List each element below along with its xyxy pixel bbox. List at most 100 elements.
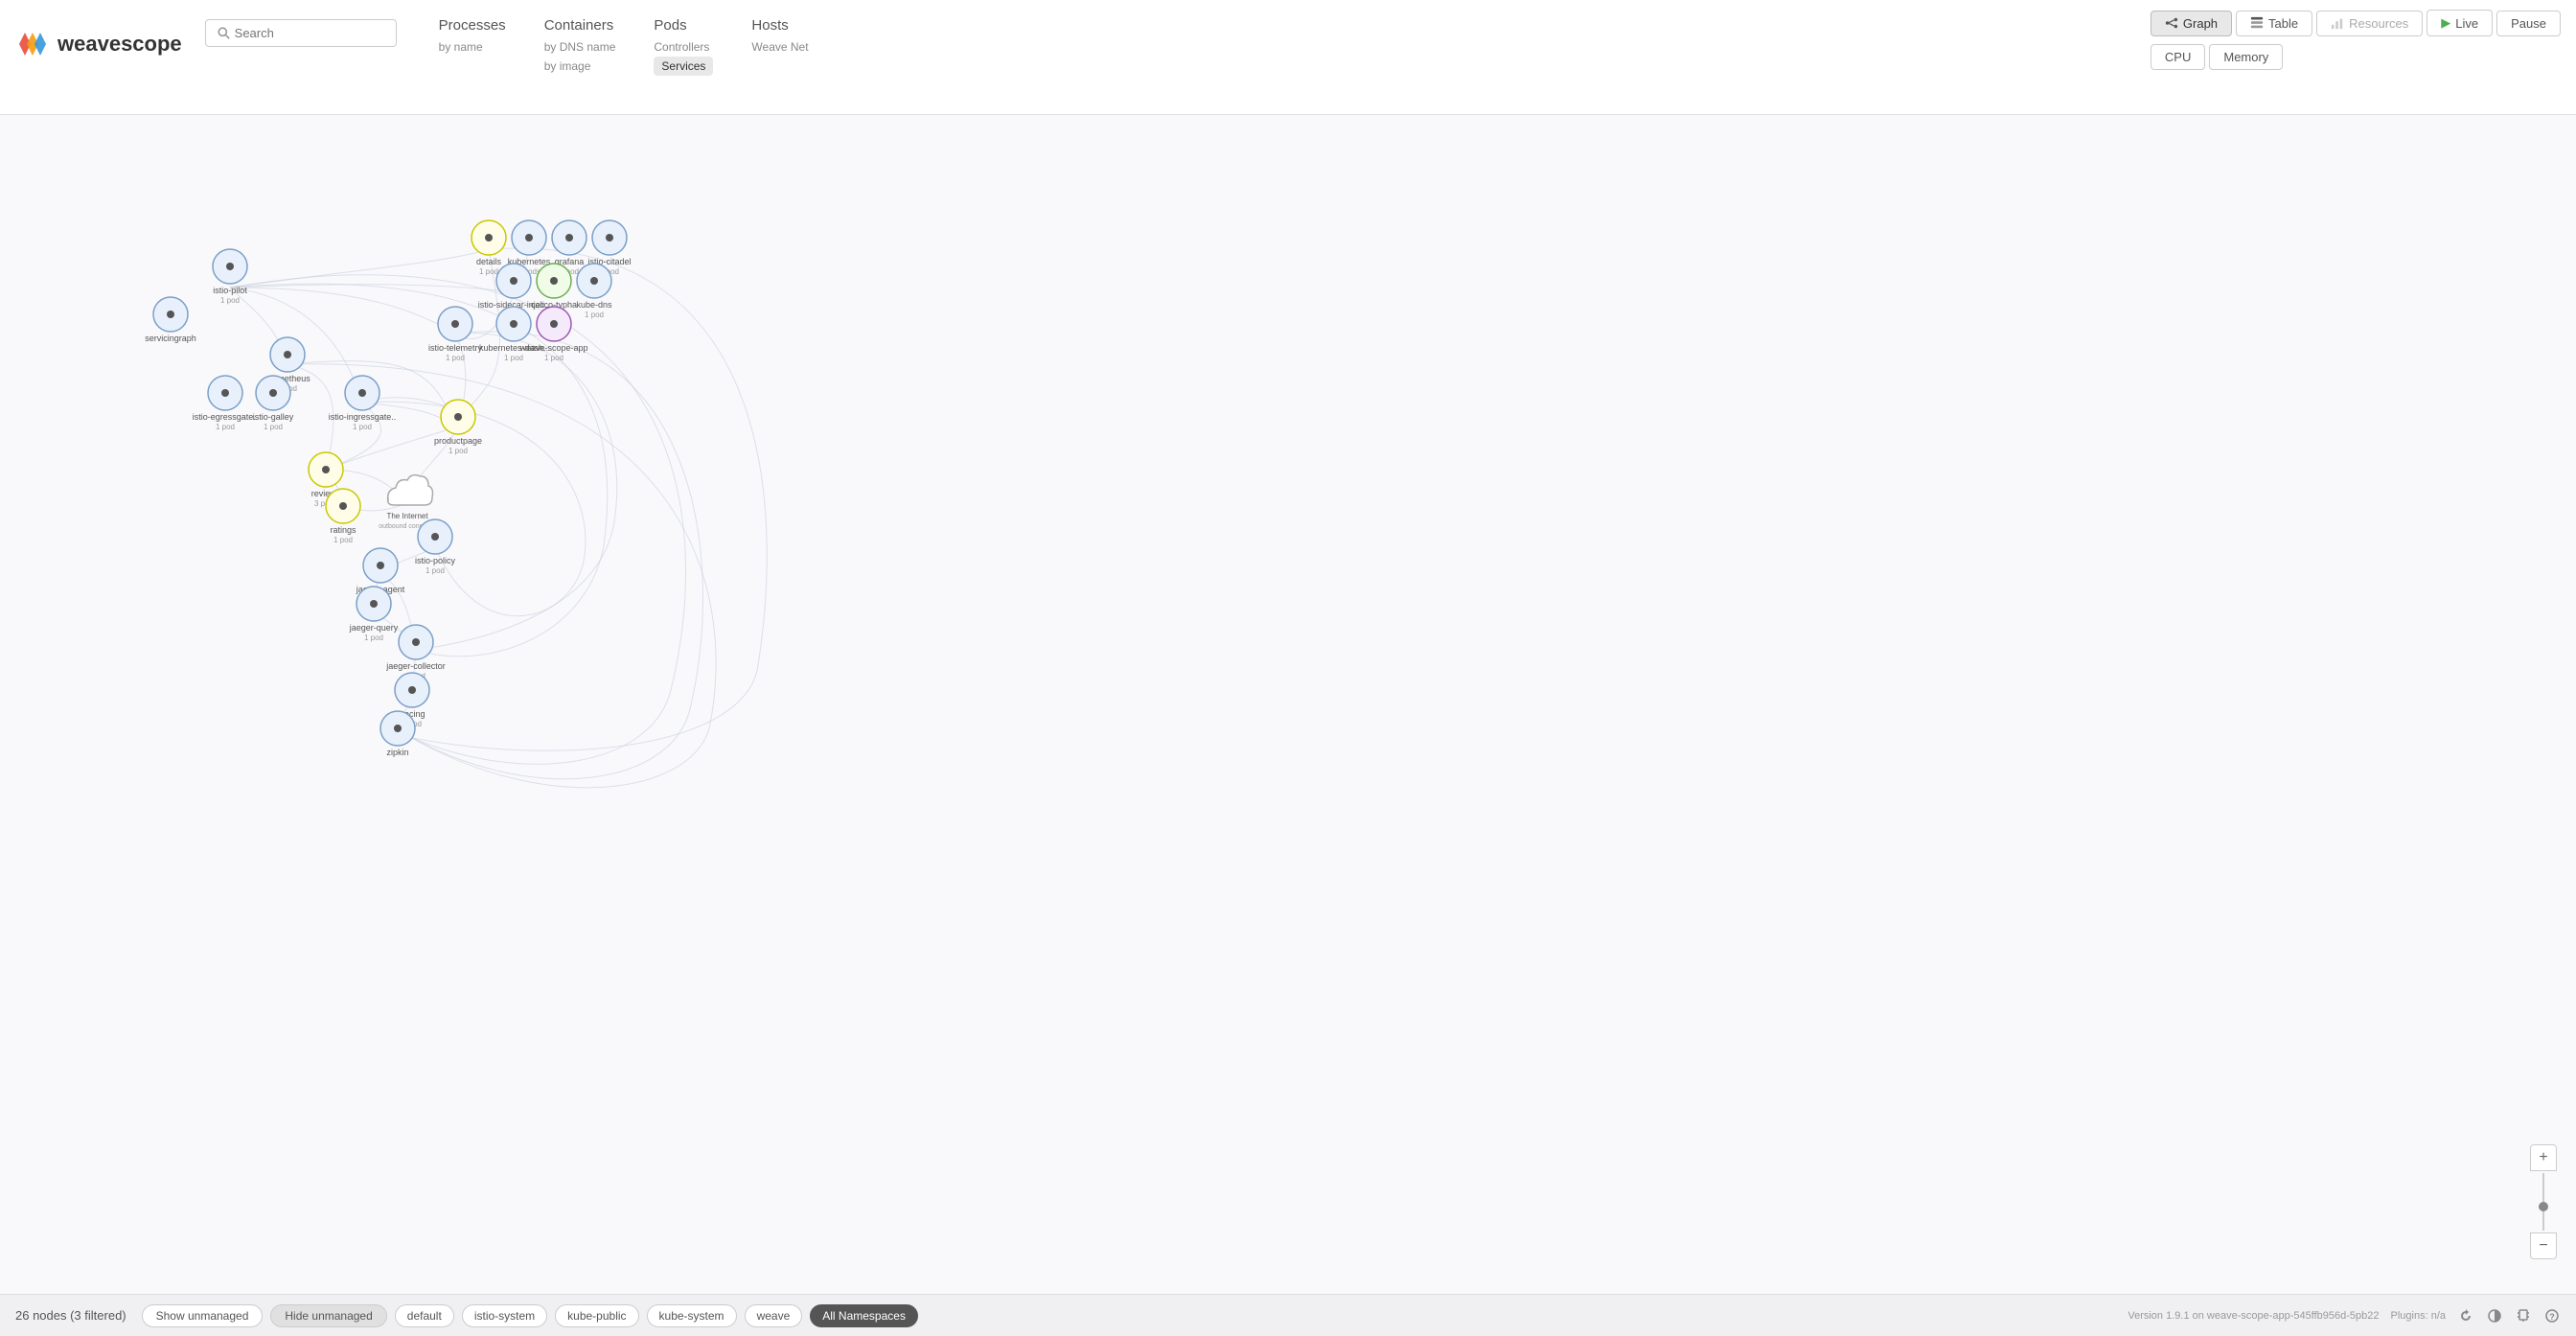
nav-pods-services[interactable]: Services — [654, 57, 713, 76]
bottom-right: Version 1.9.1 on weave-scope-app-545ffb9… — [2128, 1307, 2561, 1324]
refresh-icon[interactable] — [2457, 1307, 2474, 1324]
node-productpage[interactable]: productpage 1 pod — [434, 400, 482, 455]
node-istio-galley[interactable]: istio-galley 1 pod — [253, 376, 294, 431]
live-button[interactable]: ▶ Live — [2426, 10, 2493, 36]
svg-text:1 pod: 1 pod — [334, 536, 353, 544]
nav-hosts[interactable]: Hosts — [751, 10, 809, 37]
node-istio-egressgate[interactable]: istio-egressgate.. 1 pod — [193, 376, 259, 431]
namespace-istio-system[interactable]: istio-system — [462, 1304, 547, 1327]
nav-area: Processes by name Containers by DNS name… — [420, 0, 2131, 76]
svg-text:istio-pilot: istio-pilot — [213, 286, 247, 295]
node-istio-ingressgate[interactable]: istio-ingressgate.. 1 pod — [329, 376, 397, 431]
nav-group-containers: Containers by DNS name by image — [525, 10, 635, 76]
node-ratings[interactable]: ratings 1 pod — [326, 489, 360, 544]
nav-processes-byname[interactable]: by name — [439, 37, 506, 57]
search-input[interactable] — [235, 26, 384, 40]
svg-text:istio-policy: istio-policy — [415, 556, 456, 565]
zoom-in-button[interactable]: + — [2530, 1144, 2557, 1171]
svg-text:1 pod: 1 pod — [220, 296, 240, 305]
namespace-weave[interactable]: weave — [745, 1304, 803, 1327]
main-content: istio-pilot 1 pod servicingraph promethe… — [0, 115, 2576, 1336]
cpu-label: CPU — [2165, 50, 2191, 64]
header: weavescope Processes by name Containers … — [0, 0, 2576, 115]
zoom-slider-track[interactable] — [2542, 1173, 2544, 1231]
svg-text:1 pod: 1 pod — [264, 423, 283, 431]
toolbar-row-2: CPU Memory — [2150, 44, 2283, 70]
table-icon — [2250, 16, 2264, 30]
node-jaeger-query[interactable]: jaeger-query 1 pod — [349, 587, 399, 642]
pause-label: Pause — [2511, 16, 2546, 31]
svg-text:1 pod: 1 pod — [426, 566, 445, 575]
svg-text:kube-dns: kube-dns — [576, 300, 612, 310]
graph-button[interactable]: Graph — [2150, 11, 2232, 36]
help-icon[interactable]: ? — [2543, 1307, 2561, 1324]
svg-text:istio-galley: istio-galley — [253, 412, 294, 422]
svg-text:1 pod: 1 pod — [479, 267, 498, 276]
nav-containers-byimage[interactable]: by image — [544, 57, 616, 76]
logo-text: weavescope — [58, 32, 182, 57]
nav-hosts-weavenet[interactable]: Weave Net — [751, 37, 809, 57]
node-istio-telemetry[interactable]: istio-telemetry 1 pod — [428, 307, 483, 362]
nav-pods-controllers[interactable]: Controllers — [654, 37, 713, 57]
hide-unmanaged-button[interactable]: Hide unmanaged — [270, 1304, 386, 1327]
node-istio-pilot[interactable]: istio-pilot 1 pod — [213, 249, 247, 305]
nav-processes[interactable]: Processes — [439, 10, 506, 37]
node-istio-policy[interactable]: istio-policy 1 pod — [415, 519, 456, 575]
namespace-all[interactable]: All Namespaces — [810, 1304, 918, 1327]
nav-group-hosts: Hosts Weave Net — [732, 10, 828, 57]
nav-pods[interactable]: Pods — [654, 10, 713, 37]
svg-text:jaeger-collector: jaeger-collector — [385, 661, 446, 671]
svg-text:?: ? — [2549, 1312, 2555, 1322]
node-details[interactable]: details 1 pod — [472, 220, 506, 276]
bottom-left: 26 nodes (3 filtered) Show unmanaged Hid… — [15, 1304, 918, 1327]
node-jaeger-collector[interactable]: jaeger-collector 1 pod — [385, 625, 446, 680]
svg-text:istio-ingressgate..: istio-ingressgate.. — [329, 412, 397, 422]
search-box[interactable] — [205, 19, 397, 47]
memory-button[interactable]: Memory — [2209, 44, 2283, 70]
svg-text:1 pod: 1 pod — [448, 447, 468, 455]
logo-suffix: scope — [121, 32, 182, 56]
nav-containers[interactable]: Containers — [544, 10, 616, 37]
weave-logo-icon — [15, 27, 50, 61]
show-unmanaged-button[interactable]: Show unmanaged — [142, 1304, 264, 1327]
svg-text:productpage: productpage — [434, 436, 482, 446]
node-servicingraph[interactable]: servicingraph — [145, 297, 196, 343]
search-icon — [218, 27, 230, 39]
nav-group-processes: Processes by name — [420, 10, 525, 57]
resources-icon — [2331, 16, 2344, 30]
bottom-bar: 26 nodes (3 filtered) Show unmanaged Hid… — [0, 1294, 2576, 1336]
nav-group-pods: Pods Controllers Services — [634, 10, 732, 76]
resources-button[interactable]: Resources — [2316, 11, 2423, 36]
namespace-kube-system[interactable]: kube-system — [647, 1304, 737, 1327]
svg-text:1 pod: 1 pod — [364, 633, 383, 642]
svg-text:istio-egressgate..: istio-egressgate.. — [193, 412, 259, 422]
zoom-controls: + − — [2530, 1144, 2557, 1259]
pause-button[interactable]: Pause — [2496, 11, 2561, 36]
svg-text:1 pod: 1 pod — [216, 423, 235, 431]
svg-text:istio-telemetry: istio-telemetry — [428, 343, 483, 353]
node-zipkin[interactable]: zipkin — [380, 711, 415, 757]
debug-icon[interactable] — [2515, 1307, 2532, 1324]
svg-text:The Internet: The Internet — [386, 512, 428, 520]
contrast-icon[interactable] — [2486, 1307, 2503, 1324]
logo-area: weavescope — [15, 0, 205, 61]
table-button[interactable]: Table — [2236, 11, 2312, 36]
live-label: Live — [2455, 16, 2478, 31]
node-kube-dns[interactable]: kube-dns 1 pod — [576, 264, 612, 319]
toolbar-area: Graph Table Resources ▶ — [2131, 0, 2561, 70]
namespace-kube-public[interactable]: kube-public — [555, 1304, 638, 1327]
nav-containers-bydns[interactable]: by DNS name — [544, 37, 616, 57]
memory-label: Memory — [2223, 50, 2268, 64]
svg-text:1 pod: 1 pod — [504, 354, 523, 362]
namespace-default[interactable]: default — [395, 1304, 454, 1327]
svg-text:1 pod: 1 pod — [446, 354, 465, 362]
search-area — [205, 0, 420, 47]
table-label: Table — [2268, 16, 2298, 31]
zoom-out-button[interactable]: − — [2530, 1232, 2557, 1259]
svg-text:details: details — [476, 257, 502, 266]
cpu-button[interactable]: CPU — [2150, 44, 2205, 70]
zoom-slider-thumb — [2539, 1202, 2548, 1211]
version-text: Version 1.9.1 on weave-scope-app-545ffb9… — [2128, 1310, 2379, 1322]
node-count: 26 nodes (3 filtered) — [15, 1308, 126, 1323]
play-icon: ▶ — [2441, 15, 2450, 31]
